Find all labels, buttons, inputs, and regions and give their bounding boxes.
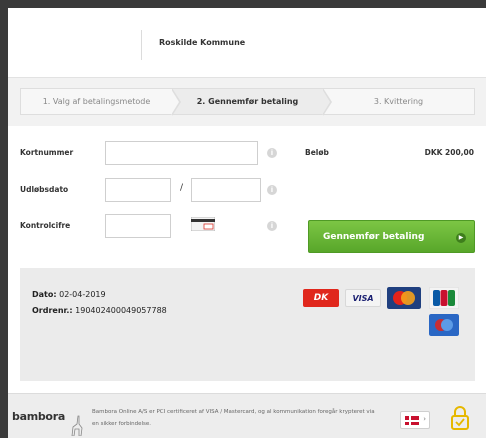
chevron-right-icon: › — [423, 415, 426, 423]
complete-payment-button[interactable]: Gennemfør betaling ▶ — [308, 220, 475, 253]
danish-flag-icon — [405, 416, 419, 425]
date-label: Dato: — [32, 290, 57, 299]
expiry-label: Udløbsdato — [20, 185, 69, 194]
merchant-name: Roskilde Kommune — [159, 38, 246, 47]
cvc-input[interactable] — [105, 214, 171, 238]
expiry-year-input[interactable] — [191, 178, 261, 202]
info-icon[interactable]: i — [267, 221, 277, 231]
mastercard-logo — [387, 287, 421, 309]
card-number-input[interactable] — [105, 141, 258, 165]
language-select[interactable]: › — [400, 411, 430, 429]
info-icon[interactable]: i — [267, 148, 277, 158]
order-date: Dato: 02-04-2019 — [32, 290, 106, 299]
step-label: 3. Kvittering — [373, 97, 424, 106]
jcb-logo — [429, 287, 459, 309]
order-number: Ordrenr.: 190402400049057788 — [32, 306, 167, 315]
step-label: 1. Valg af betalingsmetode — [42, 97, 151, 106]
steps-bar: 1. Valg af betalingsmetode 2. Gennemfør … — [8, 78, 486, 126]
step-label: 2. Gennemfør betaling — [196, 97, 299, 106]
payment-window: Roskilde Kommune 1. Valg af betalingsmet… — [8, 8, 486, 438]
header: Roskilde Kommune — [8, 8, 486, 78]
chevron-right-icon — [322, 88, 332, 116]
footer: bambora Bambora Online A/S er PCI certif… — [8, 393, 486, 438]
security-notice: Bambora Online A/S er PCI certificeret a… — [92, 409, 375, 427]
step-receipt: 3. Kvittering — [323, 89, 474, 114]
expiry-month-input[interactable] — [105, 178, 171, 202]
order-info-box: Dato: 02-04-2019 Ordrenr.: 1904024000490… — [20, 268, 475, 381]
amount-label: Beløb — [305, 148, 329, 157]
info-icon[interactable]: i — [267, 185, 277, 195]
step-payment-method[interactable]: 1. Valg af betalingsmetode — [21, 88, 181, 116]
arrow-right-icon: ▶ — [456, 233, 466, 243]
order-number-label: Ordrenr.: — [32, 306, 73, 315]
pay-button-label: Gennemfør betaling — [323, 231, 425, 242]
giraffe-icon — [71, 415, 83, 436]
lock-icon — [451, 406, 469, 430]
card-back-icon — [191, 217, 215, 231]
dankort-logo: DK — [303, 289, 339, 307]
bambora-logo: bambora — [12, 410, 65, 423]
step-complete-payment: 2. Gennemfør betaling — [172, 88, 332, 116]
date-value: 02-04-2019 — [59, 290, 106, 299]
visa-logo: VISA — [345, 289, 381, 307]
order-number-value: 190402400049057788 — [75, 306, 167, 315]
maestro-logo — [429, 314, 459, 336]
amount-value: DKK 200,00 — [424, 148, 474, 157]
card-number-label: Kortnummer — [20, 148, 74, 157]
expiry-separator: / — [180, 183, 184, 193]
cvc-label: Kontrolcifre — [20, 221, 71, 230]
header-divider — [141, 30, 142, 60]
steps: 1. Valg af betalingsmetode 2. Gennemfør … — [20, 88, 475, 116]
chevron-right-icon — [171, 88, 181, 116]
